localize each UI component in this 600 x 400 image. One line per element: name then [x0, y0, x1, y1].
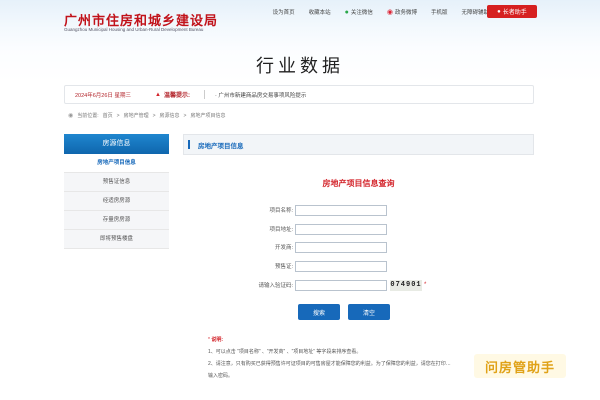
form-title: 房地产项目信息查询 [322, 179, 395, 188]
site-header: 广州市住房和城乡建设局 Guangzhou Municipal Housing … [0, 0, 600, 48]
breadcrumb-label: 当前位置: [77, 113, 99, 119]
breadcrumb-separator: > [152, 112, 156, 119]
location-pin-icon: ◉ [68, 113, 74, 119]
sidebar-item-presale-cert[interactable]: 预售证信息 [64, 173, 169, 192]
sidebar-item-existing-housing[interactable]: 存量房房源 [64, 211, 169, 230]
form-row-project-name: 项目名称: [183, 204, 534, 216]
field-label: 项目名称: [269, 208, 293, 214]
divider [203, 90, 205, 99]
weibo-icon: ◉ [386, 9, 393, 16]
current-date: 2024年6月26日 星期三 [75, 92, 131, 99]
wechat-link[interactable]: ● 关注微信 [344, 8, 373, 17]
field-label: 预售证: [274, 264, 293, 270]
breadcrumb: ◉ 当前位置: 首页 > 房地产管理 > 房源信息 > 房地产项目信息 [68, 112, 226, 120]
section-header: 房地产项目信息 [183, 134, 534, 155]
set-homepage-link[interactable]: 设为首页 [273, 8, 295, 16]
breadcrumb-item-home[interactable]: 首页 [103, 112, 113, 119]
sidebar: 房源信息 房地产项目信息 预售证信息 经适房房源 存量房房源 即将预售楼盘 [64, 134, 169, 249]
banner: 行业数据 [0, 48, 600, 82]
link-label: 收藏本站 [308, 10, 331, 16]
field-label: 请输入验证码: [258, 283, 293, 289]
form-row-developer: 开发商: [183, 241, 534, 253]
wechat-icon: ● [344, 8, 349, 16]
presale-cert-input[interactable] [295, 260, 387, 272]
breadcrumb-item-current: 房地产项目信息 [190, 113, 226, 119]
elder-button-label: 长者助手 [502, 10, 527, 16]
breadcrumb-item-housing-info[interactable]: 房源信息 [160, 112, 180, 119]
tip-label: 温馨提示: [163, 93, 190, 99]
form-row-project-address: 项目地址: [183, 223, 534, 235]
captcha-input[interactable] [295, 279, 387, 291]
form-row-captcha: 请输入验证码: 074901 * [183, 279, 534, 291]
site-subtitle: Guangzhou Municipal Housing and Urban-Ru… [64, 27, 204, 32]
elder-assistant-button[interactable]: ● 长者助手 [487, 5, 537, 18]
breadcrumb-item-real-estate[interactable]: 房地产管理 [124, 112, 149, 119]
sidebar-title: 房源信息 [64, 134, 169, 154]
breadcrumb-separator: > [116, 112, 120, 119]
sidebar-item-upcoming-presale[interactable]: 即将预售楼盘 [64, 230, 169, 249]
top-links: 设为首页 收藏本站 ● 关注微信 ◉ 政务微博 手机版 无障碍辅助浏览 [273, 8, 500, 17]
sidebar-item-project-info[interactable]: 房地产项目信息 [64, 154, 169, 173]
field-label: 开发商: [274, 245, 293, 251]
mobile-link[interactable]: 手机版 [431, 8, 448, 16]
clear-button[interactable]: 清空 [348, 304, 390, 320]
project-address-input[interactable] [295, 223, 387, 235]
link-label: 手机版 [430, 10, 448, 16]
link-label: 设为首页 [272, 10, 295, 16]
captcha-image[interactable]: 074901 [390, 279, 422, 291]
section-accent-bar [188, 140, 190, 149]
note-title: 说明: [211, 337, 224, 343]
bookmark-link[interactable]: 收藏本站 [309, 8, 331, 16]
project-name-input[interactable] [295, 204, 387, 216]
person-icon: ● [497, 8, 501, 15]
search-button[interactable]: 搜索 [298, 304, 340, 320]
instructions-title: * 说明: [208, 334, 534, 346]
required-mark: * [424, 282, 427, 288]
notice-link[interactable]: · 广州市新建商品房交易事项风险提示 [215, 91, 306, 99]
date-bar: 2024年6月26日 星期三 ▲ 温馨提示: · 广州市新建商品房交易事项风险提… [64, 85, 534, 104]
warning-icon: ▲ [155, 91, 161, 98]
field-label: 项目地址: [269, 227, 293, 233]
weibo-link[interactable]: ◉ 政务微博 [387, 8, 417, 16]
developer-input[interactable] [295, 241, 387, 253]
sidebar-item-affordable-housing[interactable]: 经适房房源 [64, 192, 169, 211]
watermark: 问房管助手 [474, 354, 566, 378]
page-title: 行业数据 [256, 56, 344, 76]
note-mark: * [208, 337, 210, 343]
form-row-presale-cert: 预售证: [183, 260, 534, 272]
link-label: 关注微信 [350, 10, 373, 16]
section-title: 房地产项目信息 [198, 142, 244, 150]
link-label: 政务微博 [394, 10, 417, 16]
breadcrumb-separator: > [183, 112, 187, 119]
